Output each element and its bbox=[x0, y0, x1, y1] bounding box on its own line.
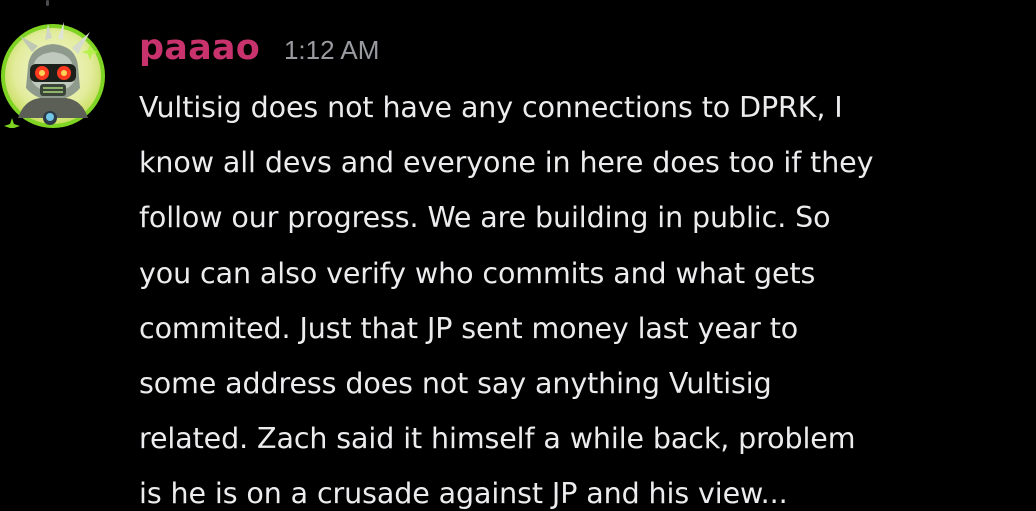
user-avatar[interactable] bbox=[0, 18, 106, 128]
message-content: Vultisig does not have any connections t… bbox=[139, 91, 874, 511]
message-header: paaao 1:12 AM bbox=[139, 28, 379, 76]
chat-message: paaao 1:12 AM Vultisig does not have any… bbox=[0, 0, 1036, 511]
message-timestamp: 1:12 AM bbox=[283, 35, 380, 65]
username[interactable]: paaao bbox=[139, 28, 260, 68]
robot-avatar-icon bbox=[1, 22, 105, 128]
